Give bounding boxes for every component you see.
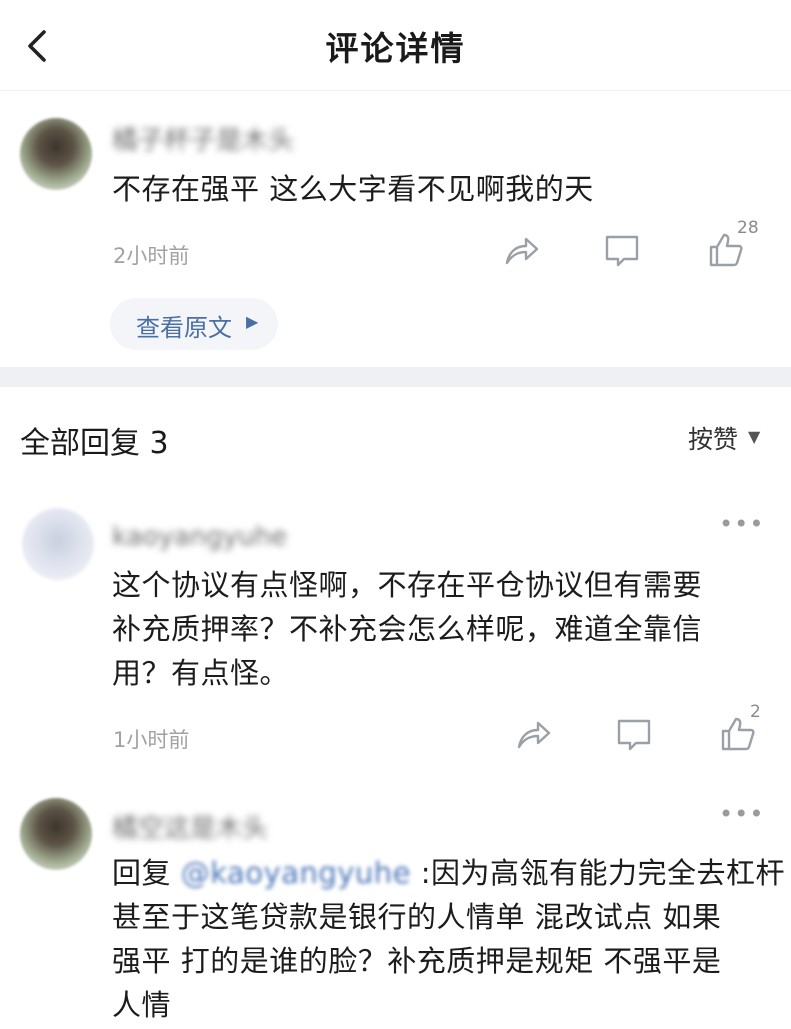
- avatar[interactable]: [20, 798, 92, 870]
- avatar[interactable]: [20, 118, 92, 190]
- comment-text: 不存在强平 这么大字看不见啊我的天: [112, 172, 594, 206]
- app-header: 评论详情: [0, 0, 791, 91]
- page-title: 评论详情: [325, 29, 466, 68]
- more-icon[interactable]: •••: [719, 800, 764, 828]
- reply-text-line: 用？有点怪。: [112, 656, 290, 690]
- reply-text-line: 回复 @kaoyangyuhe :因为高瓴有能力完全去杠杆: [112, 852, 785, 894]
- author-name[interactable]: 橘空这是木头: [112, 808, 268, 844]
- comment-icon[interactable]: [614, 714, 654, 754]
- reply-text-line: 甚至于这笔贷款是银行的人情单 混改试点 如果: [112, 900, 722, 934]
- author-name[interactable]: 橘子杯子是木头: [112, 120, 294, 156]
- view-original-button[interactable]: 查看原文 ▶: [110, 298, 278, 350]
- mention-link[interactable]: @kaoyangyuhe: [181, 856, 411, 890]
- triangle-right-icon: ▶: [246, 312, 259, 331]
- reply-text-line: 补充质押率？不补充会怎么样呢，难道全靠信: [112, 612, 703, 646]
- replies-title: 全部回复 3: [20, 426, 169, 461]
- reply-text-line: 人情: [112, 988, 172, 1022]
- avatar[interactable]: [22, 508, 94, 580]
- section-divider: [0, 367, 791, 387]
- reply-time: 1小时前: [113, 728, 190, 752]
- like-count: 28: [737, 218, 759, 238]
- comment-icon[interactable]: [602, 230, 642, 270]
- comment-time: 2小时前: [113, 244, 190, 268]
- share-icon[interactable]: [513, 714, 553, 754]
- author-name[interactable]: kaoyangyuhe: [112, 522, 287, 552]
- sort-dropdown[interactable]: 按赞: [688, 420, 738, 456]
- more-icon[interactable]: •••: [719, 510, 764, 538]
- view-original-label: 查看原文: [136, 314, 232, 342]
- reply-text-line: 强平 打的是谁的脸？补充质押是规矩 不强平是: [112, 944, 722, 978]
- reply-text-rest: :因为高瓴有能力完全去杠杆: [420, 856, 786, 890]
- reply-text-line: 这个协议有点怪啊，不存在平仓协议但有需要: [112, 568, 703, 602]
- like-count: 2: [750, 702, 761, 722]
- share-icon[interactable]: [501, 230, 541, 270]
- reply-prefix: 回复: [112, 856, 172, 890]
- caret-down-icon[interactable]: ▼: [748, 427, 760, 446]
